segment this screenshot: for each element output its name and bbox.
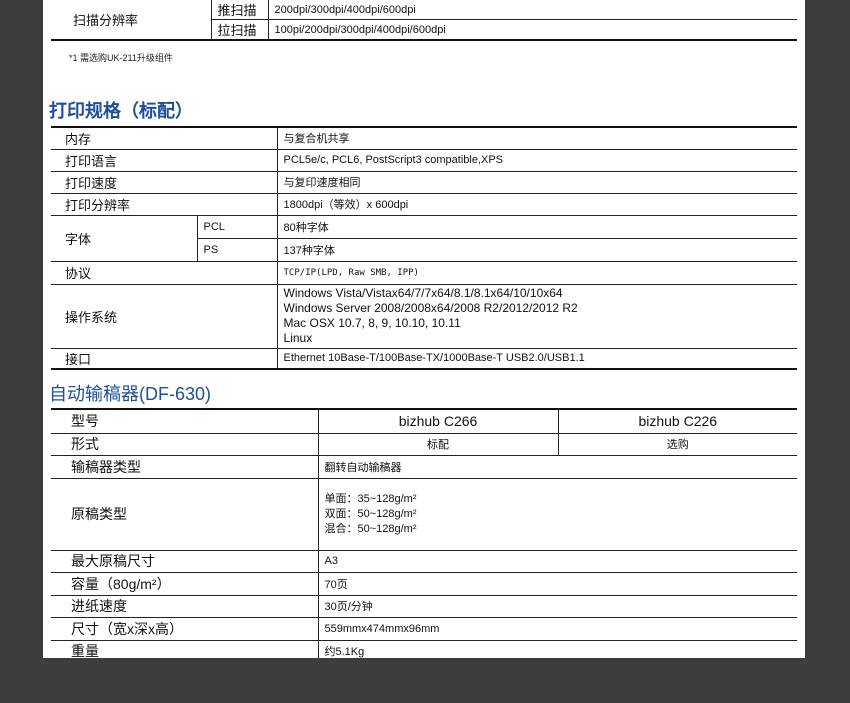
- pcl-value: 80种字体: [277, 215, 797, 239]
- speed-value: 与复印速度相同: [277, 171, 797, 194]
- table-row: 容量（80g/m²） 70页: [51, 572, 797, 596]
- original-type-line: 单面：35~128g/m²: [324, 492, 417, 505]
- pull-scan-value: 100pi/200dpi/300dpi/400dpi/600dpi: [268, 19, 797, 41]
- adf-table: 型号 bizhub C266 bizhub C226 形式 标配 选购 输稿器类…: [51, 408, 797, 658]
- resolution-value: 1800dpi（等效）x 600dpi: [277, 193, 797, 216]
- resolution-label: 打印分辨率: [51, 193, 278, 216]
- ps-value: 137种字体: [277, 238, 797, 262]
- language-value: PCL5e/c, PCL6, PostScript3 compatible,XP…: [277, 149, 797, 172]
- os-value: Windows Vista/Vistax64/7/7x64/8.1/8.1x64…: [277, 284, 797, 349]
- original-type-line: 混合：50~128g/m²: [324, 522, 417, 535]
- table-row: 扫描分辨率 推扫描 200dpi/300dpi/400dpi/600dpi: [51, 0, 797, 41]
- feed-speed-value: 30页/分钟: [318, 595, 797, 618]
- table-row: 内存 与复合机共享: [51, 128, 797, 150]
- original-type-line: 双面：50~128g/m²: [324, 507, 417, 520]
- table-row: 打印语言 PCL5e/c, PCL6, PostScript3 compatib…: [51, 149, 797, 172]
- ps-label: PS: [197, 238, 278, 262]
- model-label: 型号: [51, 410, 319, 434]
- os-line: Mac OSX 10.7, 8, 9, 10.10, 10.11: [283, 316, 461, 330]
- table-row: 操作系统 Windows Vista/Vistax64/7/7x64/8.1/8…: [51, 284, 797, 349]
- fonts-label: 字体: [51, 215, 198, 262]
- table-row: 型号 bizhub C266 bizhub C226: [51, 410, 797, 434]
- table-row: 接口 Ethernet 10Base-T/100Base-TX/1000Base…: [51, 348, 797, 370]
- memory-value: 与复合机共享: [277, 128, 797, 150]
- original-type-label: 原稿类型: [51, 478, 319, 551]
- scan-resolution-label: 扫描分辨率: [51, 0, 211, 41]
- table-row: 原稿类型 单面：35~128g/m² 双面：50~128g/m² 混合：50~1…: [51, 478, 797, 551]
- table-row: 最大原稿尺寸 A3: [51, 550, 797, 573]
- adf-heading: 自动输稿器(DF-630): [49, 384, 212, 404]
- model-c266: bizhub C266: [318, 410, 559, 434]
- form-c226: 选购: [558, 433, 797, 456]
- feeder-type-label: 输稿器类型: [51, 455, 319, 479]
- interface-label: 接口: [51, 348, 278, 370]
- footnote: *1 需选购UK-211升级组件: [69, 53, 173, 63]
- scan-resolution-table: 扫描分辨率 推扫描 200dpi/300dpi/400dpi/600dpi 拉扫…: [51, 0, 797, 41]
- push-scan-value: 200dpi/300dpi/400dpi/600dpi: [268, 0, 797, 20]
- dimensions-label: 尺寸（宽x深x高）: [51, 617, 319, 641]
- speed-label: 打印速度: [51, 171, 278, 194]
- push-scan-label: 推扫描: [210, 0, 269, 20]
- table-row: 打印分辨率 1800dpi（等效）x 600dpi: [51, 193, 797, 216]
- form-label: 形式: [51, 433, 319, 456]
- model-c226: bizhub C226: [558, 410, 797, 434]
- spec-sheet: 扫描分辨率 推扫描 200dpi/300dpi/400dpi/600dpi 拉扫…: [43, 0, 805, 658]
- language-label: 打印语言: [51, 149, 278, 172]
- memory-label: 内存: [51, 128, 278, 150]
- form-c266: 标配: [318, 433, 559, 456]
- table-row: 重量 约5.1Kg: [51, 640, 797, 658]
- max-size-label: 最大原稿尺寸: [51, 550, 319, 573]
- protocol-label: 协议: [51, 261, 278, 285]
- print-specs-table: 内存 与复合机共享 打印语言 PCL5e/c, PCL6, PostScript…: [51, 126, 797, 370]
- table-row: 进纸速度 30页/分钟: [51, 595, 797, 618]
- capacity-value: 70页: [318, 572, 797, 596]
- table-row: 形式 标配 选购: [51, 433, 797, 456]
- original-type-value: 单面：35~128g/m² 双面：50~128g/m² 混合：50~128g/m…: [318, 478, 797, 551]
- interface-value: Ethernet 10Base-T/100Base-TX/1000Base-T …: [277, 348, 797, 370]
- os-line: Windows Vista/Vistax64/7/7x64/8.1/8.1x64…: [283, 286, 563, 300]
- weight-label: 重量: [51, 640, 319, 658]
- capacity-label: 容量（80g/m²）: [51, 572, 319, 596]
- os-label: 操作系统: [51, 284, 278, 349]
- os-line: Linux: [283, 331, 313, 345]
- print-specs-heading: 打印规格（标配）: [49, 101, 193, 121]
- table-row: 尺寸（宽x深x高） 559mmx474mmx96mm: [51, 617, 797, 641]
- feed-speed-label: 进纸速度: [51, 595, 319, 618]
- weight-value: 约5.1Kg: [324, 646, 365, 658]
- pcl-label: PCL: [197, 215, 278, 239]
- table-row: 字体 PCL 80种字体: [51, 215, 797, 262]
- table-row: 协议 TCP/IP(LPD, Raw SMB, IPP): [51, 261, 797, 285]
- dimensions-value: 559mmx474mmx96mm: [318, 617, 797, 641]
- protocol-value: TCP/IP(LPD, Raw SMB, IPP): [277, 261, 797, 285]
- pull-scan-label: 拉扫描: [210, 19, 269, 41]
- feeder-type-value: 翻转自动输稿器: [318, 455, 797, 479]
- max-size-value: A3: [318, 550, 797, 573]
- table-row: 输稿器类型 翻转自动输稿器: [51, 455, 797, 479]
- table-row: 打印速度 与复印速度相同: [51, 171, 797, 194]
- os-line: Windows Server 2008/2008x64/2008 R2/2012…: [283, 301, 578, 315]
